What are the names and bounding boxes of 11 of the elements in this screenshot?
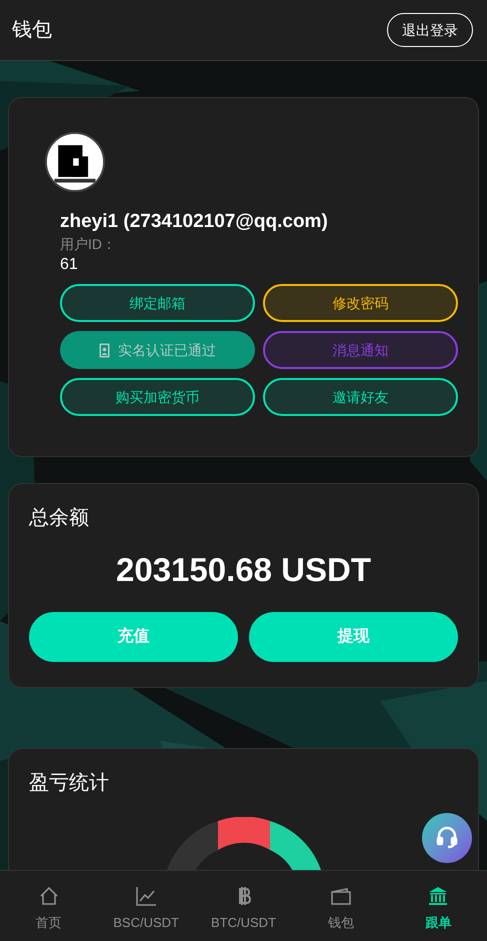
home-icon (38, 885, 60, 907)
nav-tab[interactable]: 钱包 (292, 871, 390, 941)
nav-tab[interactable]: 跟单 (390, 871, 487, 941)
wallet-icon (330, 885, 352, 907)
nav-tab[interactable]: 首页 (0, 871, 98, 941)
page-title: 钱包 (12, 18, 52, 43)
bank-icon (427, 885, 450, 907)
line-chart-icon (135, 885, 158, 907)
nav-tab[interactable]: BTC/USDT (194, 871, 292, 941)
nav-tab[interactable]: BSC/USDT (97, 871, 195, 941)
logout-button[interactable]: 退出登录 (387, 13, 473, 47)
